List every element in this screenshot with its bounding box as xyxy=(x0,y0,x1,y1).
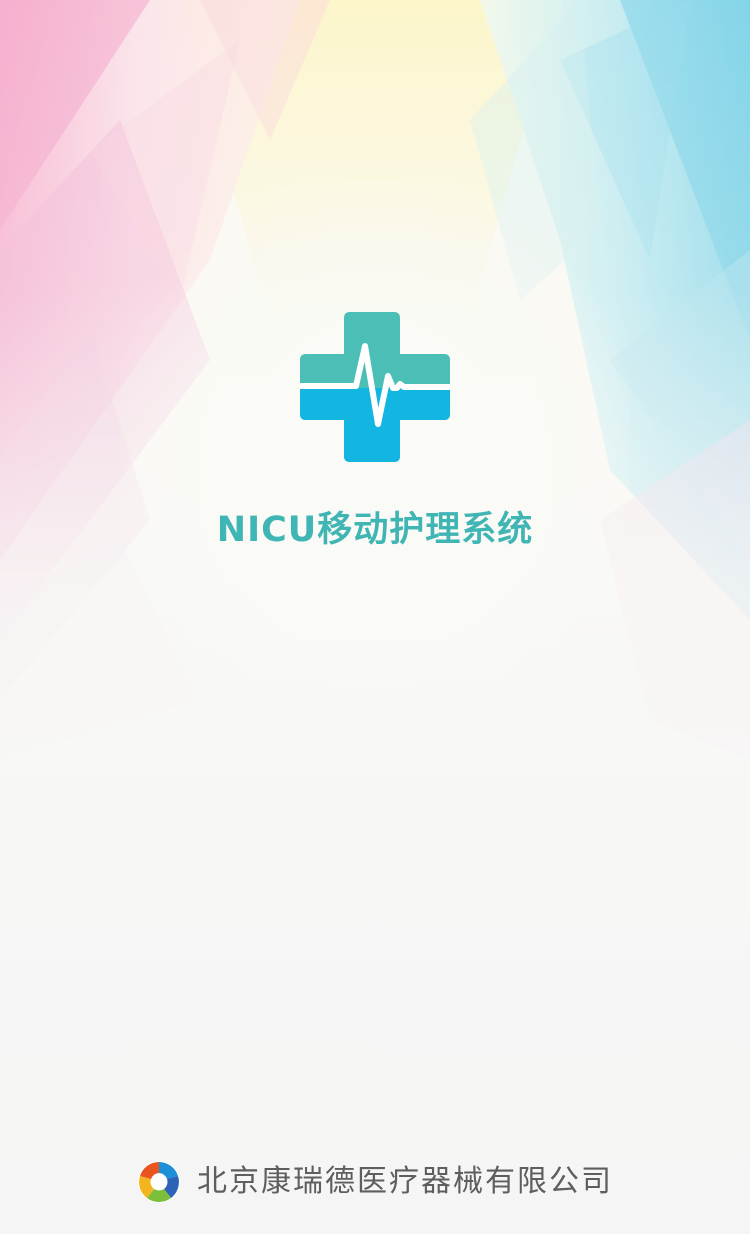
app-title: NICU移动护理系统 xyxy=(216,510,534,550)
footer: 北京康瑞德医疗器械有限公司 xyxy=(0,1156,750,1208)
medical-cross-heartbeat-icon xyxy=(300,312,450,462)
company-name: 北京康瑞德医疗器械有限公司 xyxy=(197,1164,613,1199)
splash-screen: NICU移动护理系统 北京康瑞德医疗器械有限公司 xyxy=(0,0,750,1234)
company-logo-icon xyxy=(138,1161,180,1203)
